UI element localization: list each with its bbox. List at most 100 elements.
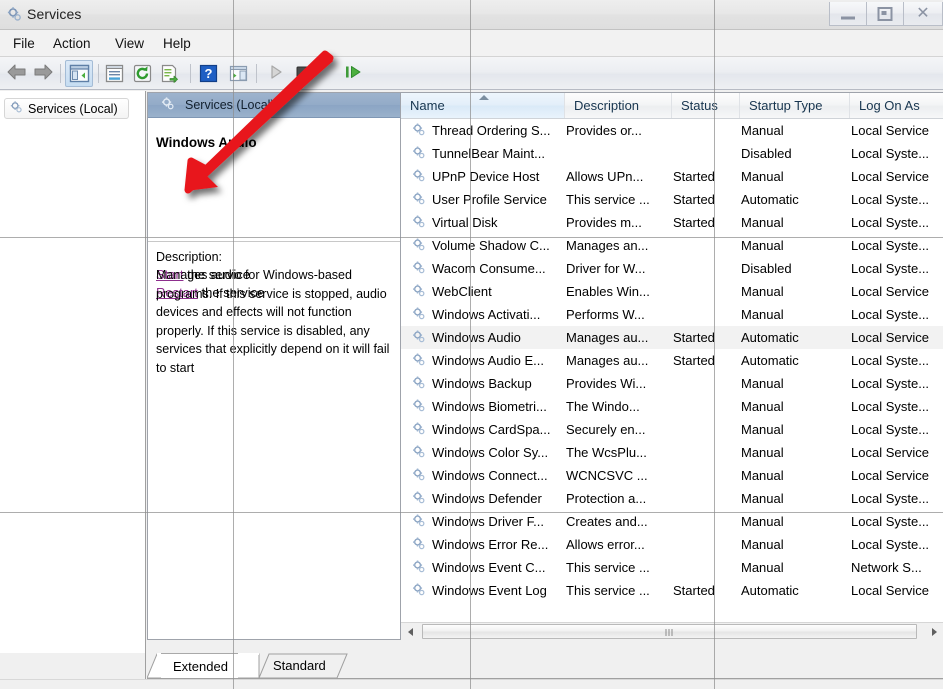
scrollbar-thumb[interactable] <box>422 624 917 639</box>
close-button[interactable]: ✕ <box>903 2 943 26</box>
cell-log-on-as: Local Syste... <box>851 307 930 322</box>
cell-log-on-as: Local Service <box>851 169 930 184</box>
maximize-button[interactable] <box>866 2 904 26</box>
table-row[interactable]: Windows Biometri... The Windo... Manual Loc… <box>401 395 943 418</box>
cell-log-on-as: Local Service <box>851 330 930 345</box>
cell-status <box>673 395 733 418</box>
cell-description: Provides Wi... <box>566 376 647 391</box>
service-gear-icon <box>411 559 426 577</box>
table-row[interactable]: Wacom Consume... Driver for W... Disabled L… <box>401 257 943 280</box>
table-row[interactable]: Windows Error Re... Allows error... Manual… <box>401 533 943 556</box>
menu-view[interactable]: View <box>110 35 149 52</box>
start-service-icon <box>268 63 284 84</box>
cell-status <box>673 257 733 280</box>
help-icon[interactable]: ? <box>198 63 219 84</box>
tab-standard[interactable]: Standard <box>259 653 338 678</box>
svg-text:?: ? <box>205 66 213 81</box>
table-row[interactable]: WebClient Enables Win... Manual Local Servi… <box>401 280 943 303</box>
cell-startup-type: Automatic <box>741 353 799 368</box>
back-icon[interactable] <box>6 63 28 84</box>
horizontal-scrollbar[interactable] <box>401 622 943 640</box>
service-name: Windows Biometri... <box>432 399 547 414</box>
table-row[interactable]: Windows Event C... This service ... Manual… <box>401 556 943 579</box>
cell-log-on-as: Local Syste... <box>851 146 930 161</box>
minimize-button[interactable] <box>829 2 867 26</box>
cell-status: Started <box>673 169 715 184</box>
cell-name: Windows Biometri... <box>411 395 563 418</box>
console-tree-pane: Services (Local) <box>0 91 146 653</box>
service-name: TunnelBear Maint... <box>432 146 545 161</box>
column-header-label: Description <box>574 98 640 113</box>
cell-description: Enables Win... <box>566 284 650 299</box>
cell-log-on-as: Local Syste... <box>851 514 930 529</box>
table-row[interactable]: Windows Color Sy... The WcsPlu... Manual Lo… <box>401 441 943 464</box>
table-row[interactable]: Virtual Disk Provides m... Started Manual Lo… <box>401 211 943 234</box>
cell-log-on-as: Local Syste... <box>851 238 930 253</box>
table-row[interactable]: Windows Connect... WCNCSVC ... Manual Local… <box>401 464 943 487</box>
sidebar-item-services-local[interactable]: Services (Local) <box>4 98 129 119</box>
table-row[interactable]: UPnP Device Host Allows UPn... Started Manu… <box>401 165 943 188</box>
refresh-icon[interactable] <box>132 63 153 84</box>
column-header-label: Name <box>410 98 445 113</box>
column-header-label: Log On As <box>859 98 920 113</box>
table-row[interactable]: Windows Defender Protection a... Manual Loc… <box>401 487 943 510</box>
menu-file[interactable]: File <box>8 35 40 52</box>
cell-name: UPnP Device Host <box>411 165 563 188</box>
table-row[interactable]: Windows Backup Provides Wi... Manual Local … <box>401 372 943 395</box>
cell-log-on-as: Local Syste... <box>851 215 930 230</box>
cell-startup-type: Manual <box>741 422 784 437</box>
table-row[interactable]: Windows Audio E... Manages au... Started Au… <box>401 349 943 372</box>
tab-label: Extended <box>173 658 228 674</box>
cell-log-on-as: Local Service <box>851 468 930 483</box>
export-list-icon[interactable] <box>159 63 180 84</box>
service-gear-icon <box>411 352 426 370</box>
service-gear-icon <box>411 398 426 416</box>
service-gear-icon <box>411 306 426 324</box>
left-pane-footer <box>0 653 146 679</box>
table-row[interactable]: Windows Event Log This service ... Started… <box>401 579 943 602</box>
service-gear-icon <box>411 122 426 140</box>
cell-log-on-as: Local Syste... <box>851 491 930 506</box>
cell-status <box>673 533 733 556</box>
restart-service-icon[interactable] <box>344 63 364 84</box>
cell-name: Windows Error Re... <box>411 533 563 556</box>
cell-status <box>673 418 733 441</box>
show-action-pane-icon[interactable] <box>228 63 249 84</box>
tab-extended[interactable]: Extended <box>161 653 238 678</box>
table-row[interactable]: Windows Audio Manages au... Started Automat… <box>401 326 943 349</box>
table-row[interactable]: Volume Shadow C... Manages an... Manual Loc… <box>401 234 943 257</box>
service-name: Virtual Disk <box>432 215 498 230</box>
table-row[interactable]: TunnelBear Maint... Disabled Local Syste..… <box>401 142 943 165</box>
cell-description: Allows error... <box>566 537 645 552</box>
column-header-name[interactable]: Name <box>401 93 565 118</box>
menu-action[interactable]: Action <box>48 35 96 52</box>
table-row[interactable]: Thread Ordering S... Provides or... Manual… <box>401 119 943 142</box>
forward-icon[interactable] <box>32 63 54 84</box>
table-row[interactable]: Windows Driver F... Creates and... Manual L… <box>401 510 943 533</box>
table-row[interactable]: Windows CardSpa... Securely en... Manual Lo… <box>401 418 943 441</box>
service-gear-icon <box>411 214 426 232</box>
services-list-pane: Name Description Status Startup Type Log… <box>400 92 943 640</box>
cell-name: Windows Event C... <box>411 556 563 579</box>
cell-description: This service ... <box>566 192 650 207</box>
cell-status <box>673 510 733 533</box>
table-row[interactable]: User Profile Service This service ... Star… <box>401 188 943 211</box>
column-header-description[interactable]: Description <box>565 93 672 118</box>
service-name: Windows Defender <box>432 491 542 506</box>
properties-icon[interactable] <box>104 63 125 84</box>
scroll-right-icon[interactable] <box>926 623 943 640</box>
service-gear-icon <box>411 283 426 301</box>
column-header-startup-type[interactable]: Startup Type <box>740 93 850 118</box>
stop-service-icon[interactable] <box>294 63 312 84</box>
service-name: Windows Error Re... <box>432 537 549 552</box>
cell-startup-type: Manual <box>741 376 784 391</box>
cell-status: Started <box>673 215 715 230</box>
column-header-status[interactable]: Status <box>672 93 740 118</box>
table-row[interactable]: Windows Activati... Performs W... Manual Lo… <box>401 303 943 326</box>
menu-help[interactable]: Help <box>158 35 196 52</box>
cell-startup-type: Manual <box>741 514 784 529</box>
column-header-log-on-as[interactable]: Log On As <box>850 93 943 118</box>
service-name: Windows CardSpa... <box>432 422 551 437</box>
scroll-left-icon[interactable] <box>402 623 419 640</box>
cell-description: This service ... <box>566 583 650 598</box>
